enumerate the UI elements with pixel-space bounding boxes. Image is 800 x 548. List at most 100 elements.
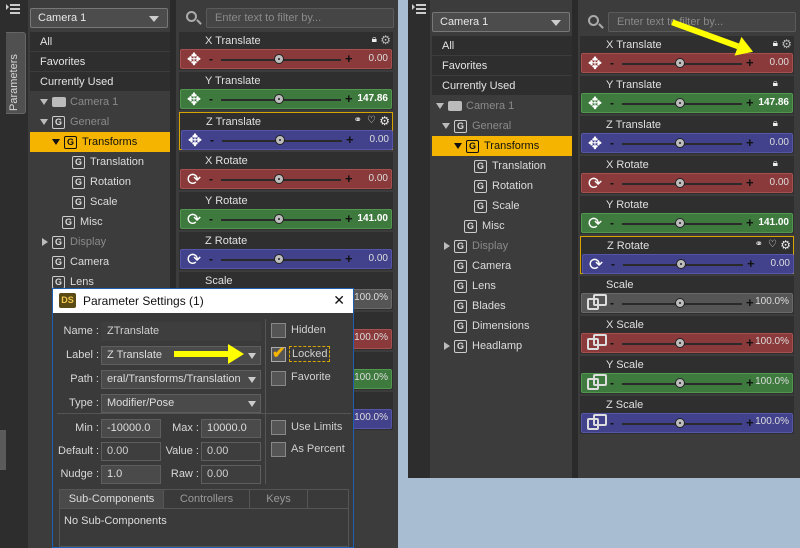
tree-node-dimensions[interactable]: G Dimensions (454, 316, 529, 336)
heart-icon[interactable]: ♡ (367, 115, 376, 126)
expand-arrow-icon[interactable] (442, 123, 450, 130)
tree-node-lens[interactable]: G Lens (454, 276, 496, 296)
scale-icon[interactable] (587, 334, 607, 350)
category-favorites[interactable]: Favorites (30, 52, 170, 72)
param-slider[interactable]: ⟳ - + 141.00 (180, 209, 392, 229)
heart-icon[interactable]: ♡ (768, 239, 777, 250)
slider-knob[interactable] (675, 418, 685, 428)
tree-node-display[interactable]: G Display (42, 232, 106, 252)
lock-icon[interactable]: 🔒︎ (773, 38, 778, 49)
param-x-rotate[interactable]: X Rotate ⟳ - + 0.00 (179, 152, 393, 190)
param-value[interactable]: 100.0% (745, 416, 789, 430)
slider-knob[interactable] (676, 259, 686, 269)
decrement-icon[interactable]: - (610, 136, 614, 150)
decrement-icon[interactable]: - (610, 216, 614, 230)
rotate-icon[interactable]: ⟳ (184, 171, 204, 189)
param-value[interactable]: 100.0% (745, 296, 789, 310)
slider-knob[interactable] (274, 254, 284, 264)
path-field[interactable]: eral/Transforms/Translation (101, 370, 261, 389)
dialog-titlebar[interactable]: DS Parameter Settings (1) ✕ (53, 289, 353, 313)
as-percent-checkbox[interactable] (271, 442, 286, 457)
tree-node-display[interactable]: G Display (444, 236, 508, 256)
param-value[interactable]: 0.00 (753, 177, 789, 191)
param-y-rotate[interactable]: Y Rotate ⟳ - + 141.00 (179, 192, 393, 230)
param-z-translate[interactable]: Z Translate ⚭ ♡ ⚙ ✥ - + 0.00 (179, 112, 393, 150)
slider-knob[interactable] (675, 218, 685, 228)
tree-node-camera[interactable]: Camera 1 (436, 96, 514, 116)
node-selector[interactable]: Camera 1 (30, 8, 168, 28)
collapse-handle[interactable] (0, 430, 6, 470)
param-y-translate[interactable]: Y Translate 🔒︎ ✥ - + 147.86 (580, 76, 794, 114)
slider-knob[interactable] (274, 94, 284, 104)
category-all[interactable]: All (432, 36, 572, 56)
param-z-rotate[interactable]: Z Rotate ⟳ - + 0.00 (179, 232, 393, 270)
translate-icon[interactable]: ✥ (184, 91, 204, 109)
param-value[interactable]: 0.00 (352, 253, 388, 267)
slider-knob[interactable] (274, 214, 284, 224)
slider-knob[interactable] (274, 54, 284, 64)
tree-node-blades[interactable]: G Blades (454, 296, 506, 316)
decrement-icon[interactable]: - (209, 212, 213, 226)
decrement-icon[interactable]: - (611, 257, 615, 271)
tab-sub-components[interactable]: Sub-Components (60, 490, 164, 508)
params-divider[interactable] (572, 0, 578, 478)
nudge-field[interactable]: 1.0 (101, 465, 161, 484)
rotate-icon[interactable]: ⟳ (585, 175, 605, 193)
param-slider[interactable]: - + 100.0% (581, 293, 793, 313)
decrement-icon[interactable]: - (209, 172, 213, 186)
scale-icon[interactable] (587, 414, 607, 430)
param-y-scale[interactable]: Y Scale - + 100.0% (580, 356, 794, 394)
param-slider[interactable]: ⟳ - + 141.00 (581, 213, 793, 233)
type-field[interactable]: Modifier/Pose (101, 394, 261, 413)
param-x-scale[interactable]: X Scale - + 100.0% (580, 316, 794, 354)
scale-icon[interactable] (587, 374, 607, 390)
parameters-side-tab[interactable]: Parameters (6, 32, 26, 114)
param-slider[interactable]: ✥ - + 0.00 (581, 133, 793, 153)
expand-arrow-icon[interactable] (454, 143, 462, 150)
tree-node-transforms[interactable]: G Transforms (30, 132, 170, 152)
gear-icon[interactable]: ⚙ (379, 114, 390, 128)
decrement-icon[interactable]: - (209, 92, 213, 106)
tree-node-camera-group[interactable]: G Camera (52, 252, 109, 272)
decrement-icon[interactable]: - (610, 376, 614, 390)
param-value[interactable]: 0.00 (352, 53, 388, 67)
param-value[interactable]: 0.00 (754, 258, 790, 272)
param-y-translate[interactable]: Y Translate ✥ - + 147.86 (179, 72, 393, 110)
expand-arrow-icon[interactable] (436, 103, 444, 110)
expand-arrow-icon[interactable] (444, 242, 450, 251)
tree-node-misc[interactable]: G Misc (464, 216, 505, 236)
param-y-rotate[interactable]: Y Rotate ⟳ - + 141.00 (580, 196, 794, 234)
param-z-rotate[interactable]: Z Rotate ⚭ ♡ ⚙ ⟳ - + 0.00 (580, 236, 794, 274)
max-field[interactable]: 10000.0 (201, 419, 261, 438)
raw-field[interactable]: 0.00 (201, 465, 261, 484)
param-scale[interactable]: Scale - + 100.0% (580, 276, 794, 314)
tree-node-headlamp[interactable]: G Headlamp (444, 336, 522, 356)
slider-knob[interactable] (675, 98, 685, 108)
rotate-icon[interactable]: ⟳ (184, 211, 204, 229)
slider-knob[interactable] (274, 174, 284, 184)
lock-icon[interactable]: 🔒︎ (773, 118, 778, 129)
lock-icon[interactable]: 🔒︎ (372, 34, 377, 45)
param-slider[interactable]: ⟳ - + 0.00 (180, 249, 392, 269)
expand-arrow-icon[interactable] (52, 139, 60, 146)
param-slider[interactable]: - + 100.0% (581, 413, 793, 433)
decrement-icon[interactable]: - (210, 133, 214, 147)
slider-knob[interactable] (675, 298, 685, 308)
category-all[interactable]: All (30, 32, 170, 52)
category-favorites[interactable]: Favorites (432, 56, 572, 76)
min-field[interactable]: -10000.0 (101, 419, 161, 438)
translate-icon[interactable]: ✥ (585, 95, 605, 113)
scale-icon[interactable] (587, 294, 607, 310)
param-value[interactable]: 141.00 (753, 217, 789, 231)
slider-knob[interactable] (675, 338, 685, 348)
param-slider[interactable]: ✥ - + 0.00 (180, 49, 392, 69)
expand-arrow-icon[interactable] (42, 238, 48, 247)
decrement-icon[interactable]: - (610, 176, 614, 190)
node-selector[interactable]: Camera 1 (432, 12, 570, 32)
decrement-icon[interactable]: - (610, 416, 614, 430)
decrement-icon[interactable]: - (209, 252, 213, 266)
tree-node-camera-group[interactable]: G Camera (454, 256, 511, 276)
rotate-icon[interactable]: ⟳ (184, 251, 204, 269)
chevron-down-icon[interactable] (248, 377, 256, 383)
tree-node-translation[interactable]: G Translation (474, 156, 546, 176)
